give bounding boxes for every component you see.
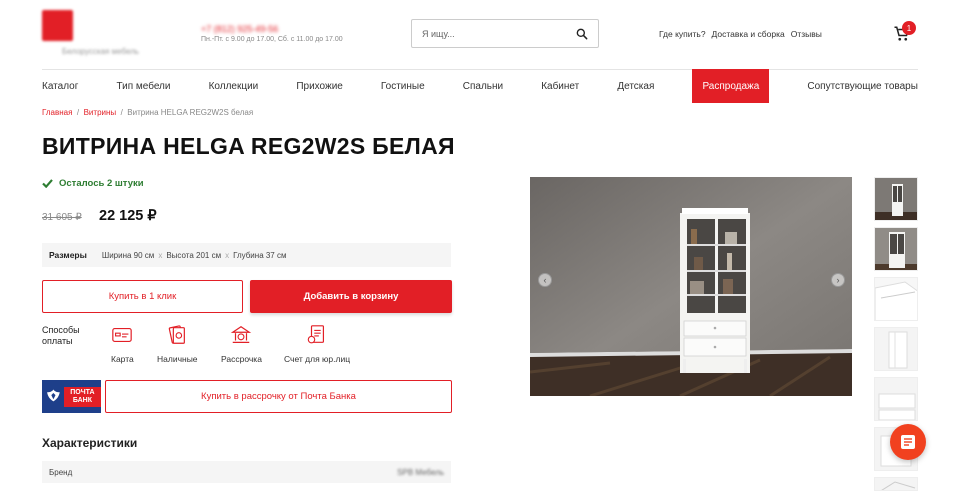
chevron-left-icon: ‹	[543, 275, 547, 285]
breadcrumb-separator: /	[120, 108, 123, 117]
main-nav: Каталог Тип мебели Коллекции Прихожие Го…	[42, 69, 918, 103]
nav-accessories[interactable]: Сопутствующие товары	[807, 81, 918, 92]
dimension-separator: x	[158, 250, 163, 260]
search-icon[interactable]	[575, 27, 589, 41]
page-title: ВИТРИНА HELGA REG2W2S БЕЛАЯ	[42, 133, 455, 159]
link-reviews[interactable]: Отзывы	[791, 29, 822, 39]
search-placeholder: Я ищу...	[422, 28, 455, 39]
dimension-height: Высота 201 см	[166, 250, 222, 260]
eagle-emblem-icon	[47, 389, 60, 402]
carousel-next-button[interactable]: ›	[831, 273, 845, 287]
chat-icon	[901, 435, 915, 449]
link-delivery[interactable]: Доставка и сборка	[712, 29, 785, 39]
brand-value: SPB Мебель	[397, 467, 444, 477]
stock-status: Осталось 2 штуки	[42, 178, 144, 189]
thumbnail-7[interactable]	[874, 477, 918, 491]
nav-collections[interactable]: Коллекции	[209, 81, 259, 92]
bank-logo-text: ПОЧТА БАНК	[63, 386, 101, 407]
price: 22 125 ₽	[99, 208, 157, 224]
top-links: Где купить? Доставка и сборка Отзывы	[659, 29, 822, 39]
nav-bedrooms[interactable]: Спальни	[463, 81, 503, 92]
dimensions-bar: Размеры Ширина 90 см x Высота 201 см x Г…	[42, 243, 451, 267]
payment-cash-label: Наличные	[157, 354, 198, 364]
nav-kids[interactable]: Детская	[617, 81, 654, 92]
logo[interactable]	[42, 10, 73, 41]
stock-text: Осталось 2 штуки	[59, 178, 144, 189]
search-input[interactable]: Я ищу...	[411, 19, 599, 48]
breadcrumb-current: Витрина HELGA REG2W2S белая	[127, 108, 254, 117]
cart-count-badge: 1	[902, 21, 916, 35]
dimension-depth: Глубина 37 см	[233, 250, 287, 260]
nav-living-rooms[interactable]: Гостиные	[381, 81, 425, 92]
payment-cash: Наличные	[157, 324, 198, 364]
buy-one-click-button[interactable]: Купить в 1 клик	[42, 280, 243, 313]
nav-hallways[interactable]: Прихожие	[296, 81, 343, 92]
payment-card-label: Карта	[111, 354, 134, 364]
breadcrumb-home[interactable]: Главная	[42, 108, 72, 117]
cabinet-photo	[530, 177, 852, 396]
payment-installment: Рассрочка	[221, 324, 262, 364]
breadcrumb-separator: /	[76, 108, 80, 117]
thumbnail-3[interactable]	[874, 277, 918, 321]
credit-card-icon	[112, 327, 133, 343]
link-where-to-buy[interactable]: Где купить?	[659, 29, 706, 39]
breadcrumb-category[interactable]: Витрины	[84, 108, 117, 117]
cash-icon	[169, 325, 186, 344]
payment-invoice-label: Счет для юр.лиц	[284, 354, 351, 364]
characteristics-title: Характеристики	[42, 436, 138, 450]
work-hours: Пн.-Пт. с 9.00 до 17.00, Сб. с 11.00 до …	[201, 36, 343, 43]
breadcrumb: Главная / Витрины / Витрина HELGA REG2W2…	[42, 108, 253, 117]
dimension-width: Ширина 90 см	[101, 250, 155, 260]
nav-catalog[interactable]: Каталог	[42, 81, 78, 92]
bank-building-icon	[231, 326, 252, 343]
thumbnail-1[interactable]	[874, 177, 918, 221]
brand-label: Бренд	[49, 467, 73, 477]
thumbnail-4[interactable]	[874, 327, 918, 371]
payment-methods-label: Способы оплаты	[42, 325, 80, 346]
payment-card: Карта	[111, 324, 134, 364]
nav-sale[interactable]: Распродажа	[692, 69, 770, 103]
product-image[interactable]: ‹ ›	[530, 177, 852, 396]
carousel-prev-button[interactable]: ‹	[538, 273, 552, 287]
thumbnail-2[interactable]	[874, 227, 918, 271]
thumbnail-5[interactable]	[874, 377, 918, 421]
chevron-right-icon: ›	[836, 275, 840, 285]
payment-invoice: Счет для юр.лиц	[284, 324, 350, 364]
phone-number[interactable]: +7 (812) 925-49-56	[201, 24, 278, 34]
payment-installment-label: Рассрочка	[221, 354, 262, 364]
dimensions-label: Размеры	[49, 250, 87, 260]
installment-button[interactable]: Купить в рассрочку от Почта Банка	[105, 380, 452, 413]
nav-office[interactable]: Кабинет	[541, 81, 579, 92]
dimension-separator: x	[225, 250, 230, 260]
chat-widget-button[interactable]	[890, 424, 926, 460]
characteristic-row-brand: Бренд SPB Мебель	[42, 461, 451, 483]
logo-subtitle: Белорусская мебель	[62, 47, 139, 56]
invoice-icon	[307, 325, 325, 344]
old-price: 31 605 ₽	[42, 212, 82, 223]
pochta-bank-logo: ПОЧТА БАНК	[42, 380, 101, 413]
add-to-cart-button[interactable]: Добавить в корзину	[250, 280, 452, 313]
nav-furniture-type[interactable]: Тип мебели	[116, 81, 170, 92]
check-icon	[42, 179, 53, 188]
